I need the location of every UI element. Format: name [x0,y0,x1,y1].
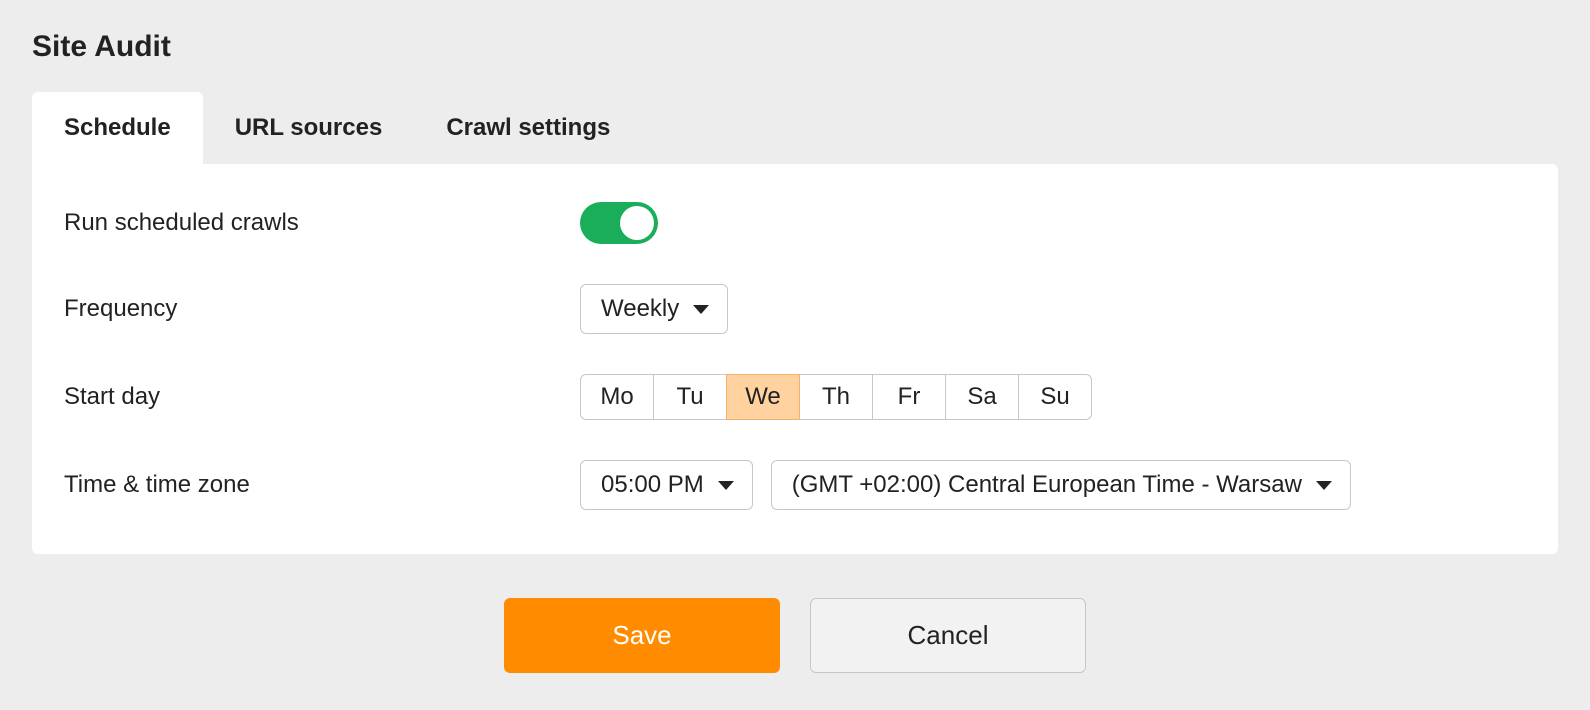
row-frequency: Frequency Weekly [64,284,1526,334]
label-frequency: Frequency [64,295,580,323]
cancel-button[interactable]: Cancel [810,598,1086,673]
label-time-zone: Time & time zone [64,471,580,499]
caret-down-icon [718,481,734,490]
select-frequency-value: Weekly [601,295,679,323]
caret-down-icon [693,305,709,314]
toggle-knob [620,206,654,240]
caret-down-icon [1316,481,1332,490]
select-time-value: 05:00 PM [601,471,704,499]
tabs: Schedule URL sources Crawl settings [32,92,1558,164]
label-run-scheduled: Run scheduled crawls [64,209,580,237]
day-th[interactable]: Th [799,374,873,420]
day-we[interactable]: We [726,374,800,420]
select-timezone[interactable]: (GMT +02:00) Central European Time - War… [771,460,1351,510]
tab-crawl-settings[interactable]: Crawl settings [414,92,642,164]
day-tu[interactable]: Tu [653,374,727,420]
tab-schedule[interactable]: Schedule [32,92,203,164]
tab-url-sources[interactable]: URL sources [203,92,415,164]
day-sa[interactable]: Sa [945,374,1019,420]
select-time[interactable]: 05:00 PM [580,460,753,510]
save-button[interactable]: Save [504,598,780,673]
day-mo[interactable]: Mo [580,374,654,420]
day-su[interactable]: Su [1018,374,1092,420]
settings-panel: Run scheduled crawls Frequency Weekly St… [32,164,1558,554]
label-start-day: Start day [64,383,580,411]
day-fr[interactable]: Fr [872,374,946,420]
select-frequency[interactable]: Weekly [580,284,728,334]
row-run-scheduled: Run scheduled crawls [64,202,1526,244]
select-timezone-value: (GMT +02:00) Central European Time - War… [792,471,1302,499]
toggle-run-scheduled[interactable] [580,202,658,244]
footer-actions: Save Cancel [32,598,1558,673]
page-title: Site Audit [32,30,1558,64]
row-time-zone: Time & time zone 05:00 PM (GMT +02:00) C… [64,460,1526,510]
day-group: Mo Tu We Th Fr Sa Su [580,374,1092,420]
row-start-day: Start day Mo Tu We Th Fr Sa Su [64,374,1526,420]
